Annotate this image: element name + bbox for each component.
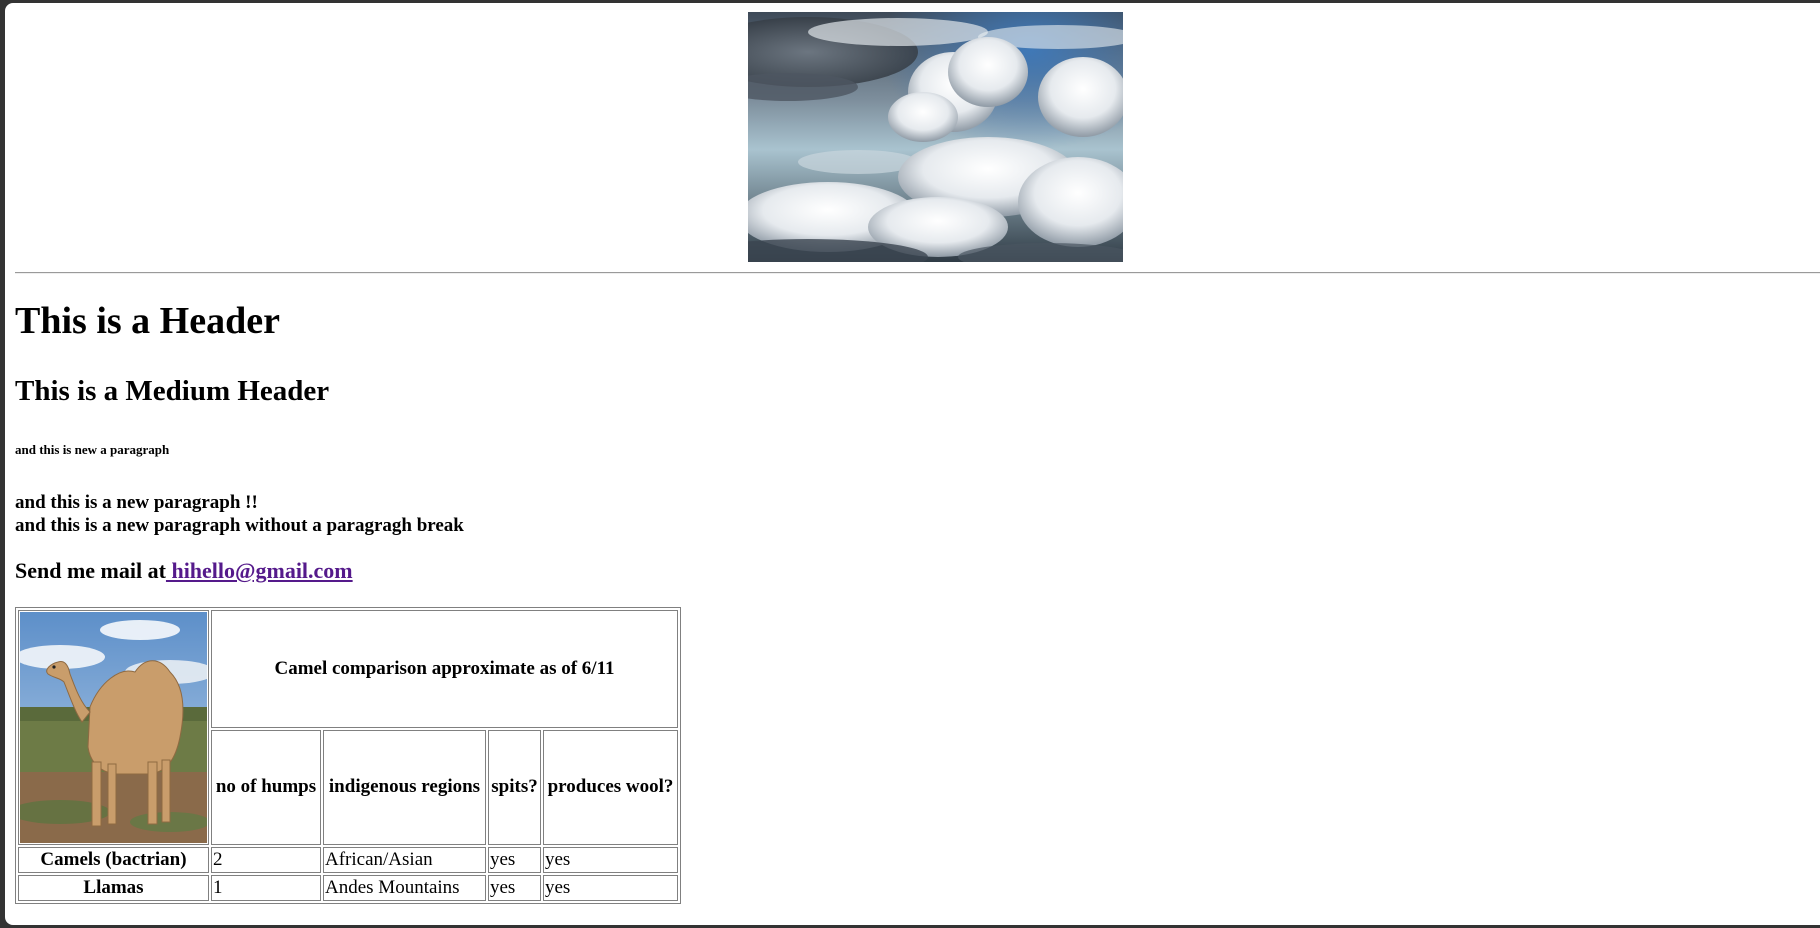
mail-prefix: Send me mail at (15, 558, 166, 583)
row-header-llamas: Llamas (18, 875, 209, 901)
cell-humps: 1 (211, 875, 321, 901)
cell-wool: yes (543, 875, 678, 901)
page-header: This is a Header (15, 300, 280, 342)
medium-header: This is a Medium Header (15, 375, 330, 407)
table-row: Camels (bactrian) 2 African/Asian yes ye… (18, 847, 678, 873)
camel-comparison-table: Camel comparison approximate as of 6/11 … (15, 607, 681, 904)
cloud-banner-image (748, 12, 1123, 262)
cell-spits: yes (488, 847, 541, 873)
column-header-humps: no of humps (211, 729, 321, 845)
small-paragraph: and this is new a paragraph (15, 442, 170, 457)
camel-image (20, 612, 207, 843)
cell-humps: 2 (211, 847, 321, 873)
table-caption: Camel comparison approximate as of 6/11 (211, 610, 678, 728)
horizontal-rule (15, 272, 1820, 274)
table-row: Llamas 1 Andes Mountains yes yes (18, 875, 678, 901)
cell-regions: Andes Mountains (323, 875, 486, 901)
page-body: This is a Header This is a Medium Header… (15, 3, 1820, 925)
camel-image-cell (18, 610, 209, 845)
mail-line: Send me mail at hihello@gmail.com (15, 558, 353, 584)
paragraph-line-2: and this is a new paragraph without a pa… (15, 515, 464, 536)
paragraph-line-1: and this is a new paragraph !! (15, 492, 258, 513)
table-row: Camel comparison approximate as of 6/11 (18, 610, 678, 845)
paragraph-block: and this is a new paragraph !! and this … (15, 491, 464, 537)
browser-viewport: This is a Header This is a Medium Header… (5, 3, 1820, 925)
column-header-wool: produces wool? (543, 729, 678, 845)
cell-regions: African/Asian (323, 847, 486, 873)
cell-spits: yes (488, 875, 541, 901)
row-header-camels: Camels (bactrian) (18, 847, 209, 873)
cell-wool: yes (543, 847, 678, 873)
column-header-spits: spits? (488, 729, 541, 845)
email-link[interactable]: hihello@gmail.com (166, 558, 352, 583)
column-header-regions: indigenous regions (323, 729, 486, 845)
